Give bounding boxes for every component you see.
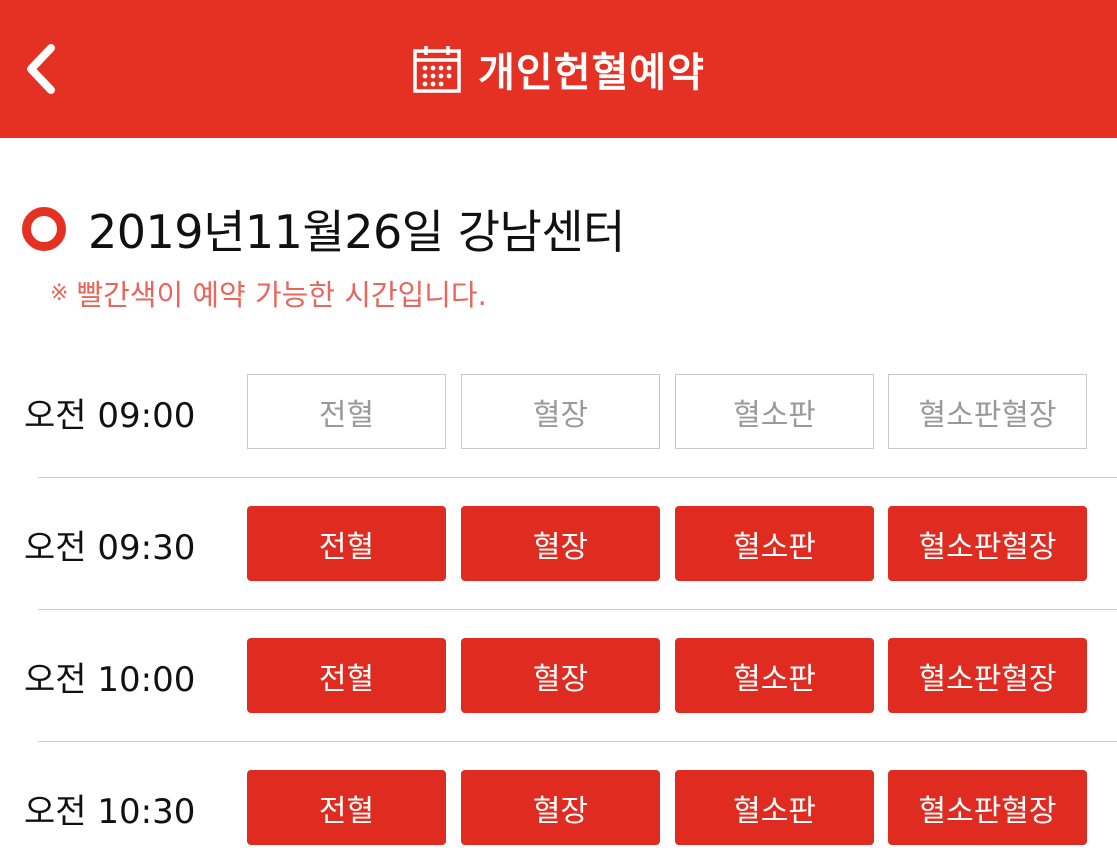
reference-mark-icon: ※ bbox=[50, 280, 69, 306]
date-heading: 2019년11월26일 강남센터 bbox=[88, 205, 626, 259]
slot-time: 오전 10:00 bbox=[24, 659, 196, 700]
option-button-whole-blood[interactable]: 전혈 bbox=[247, 638, 446, 713]
option-button-whole-blood[interactable]: 전혈 bbox=[247, 770, 446, 845]
row-divider bbox=[38, 477, 1117, 478]
time-slot-row: 오전 09:00 전혈 혈장 혈소판 혈소판혈장 bbox=[0, 374, 1117, 494]
header-title-group: 개인헌혈예약 bbox=[0, 0, 1117, 138]
option-button-whole-blood[interactable]: 전혈 bbox=[247, 506, 446, 581]
slot-time: 오전 10:30 bbox=[24, 791, 196, 832]
calendar-icon bbox=[413, 46, 461, 93]
option-button-platelet: 혈소판 bbox=[675, 374, 874, 449]
option-button-plasma[interactable]: 혈장 bbox=[461, 770, 660, 845]
app-header: 개인헌혈예약 bbox=[0, 0, 1117, 138]
slot-time: 오전 09:00 bbox=[24, 395, 196, 436]
option-button-plasma: 혈장 bbox=[461, 374, 660, 449]
row-divider bbox=[38, 741, 1117, 742]
option-button-platelet-plasma[interactable]: 혈소판혈장 bbox=[888, 770, 1087, 845]
time-slot-row: 오전 10:00 전혈 혈장 혈소판 혈소판혈장 bbox=[0, 638, 1117, 758]
option-button-platelet[interactable]: 혈소판 bbox=[675, 506, 874, 581]
option-button-platelet-plasma[interactable]: 혈소판혈장 bbox=[888, 638, 1087, 713]
option-button-platelet[interactable]: 혈소판 bbox=[675, 770, 874, 845]
page-title: 개인헌혈예약 bbox=[478, 50, 705, 96]
option-button-plasma[interactable]: 혈장 bbox=[461, 506, 660, 581]
notice-text: 빨간색이 예약 가능한 시간입니다. bbox=[76, 278, 487, 312]
row-divider bbox=[38, 609, 1117, 610]
circle-bullet-icon bbox=[22, 207, 66, 251]
slot-time: 오전 09:30 bbox=[24, 527, 196, 568]
option-button-plasma[interactable]: 혈장 bbox=[461, 638, 660, 713]
date-heading-row: 2019년11월26일 강남센터 bbox=[22, 196, 626, 262]
option-button-platelet-plasma[interactable]: 혈소판혈장 bbox=[888, 506, 1087, 581]
time-slot-row: 오전 09:30 전혈 혈장 혈소판 혈소판혈장 bbox=[0, 506, 1117, 626]
option-button-platelet[interactable]: 혈소판 bbox=[675, 638, 874, 713]
time-slot-row: 오전 10:30 전혈 혈장 혈소판 혈소판혈장 bbox=[0, 770, 1117, 867]
availability-notice: ※ 빨간색이 예약 가능한 시간입니다. bbox=[50, 272, 487, 314]
option-button-whole-blood: 전혈 bbox=[247, 374, 446, 449]
option-button-platelet-plasma: 혈소판혈장 bbox=[888, 374, 1087, 449]
